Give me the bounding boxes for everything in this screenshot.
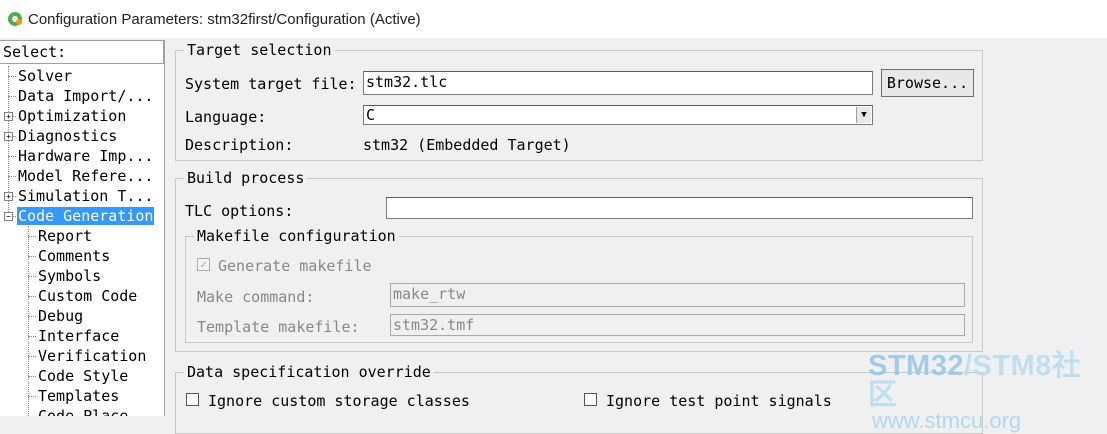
generate-makefile-checkbox[interactable]: ✓ (197, 258, 210, 271)
tree-item[interactable]: Optimization (17, 106, 127, 126)
watermark-brand: STM32 (868, 350, 964, 382)
tree-item[interactable]: Simulation T... (17, 186, 154, 206)
ignore-storage-label: Ignore custom storage classes (208, 392, 470, 410)
make-command-label: Make command: (197, 288, 315, 306)
system-target-input[interactable]: stm32.tlc (363, 71, 873, 95)
tree-item-label: Simulation T... (18, 187, 154, 205)
target-selection-title: Target selection (184, 41, 335, 59)
makefile-config-group: Makefile configuration ✓ Generate makefi… (185, 227, 973, 343)
tree-item-label: Hardware Imp... (18, 147, 154, 165)
build-process-group: Build process TLC options: Makefile conf… (175, 169, 983, 352)
tree-item-label: Symbols (38, 267, 102, 285)
generate-makefile-label: Generate makefile (218, 257, 372, 275)
app-gear-icon (8, 12, 22, 26)
tree-item-label: Debug (38, 307, 84, 325)
data-spec-group: Data specification override Ignore custo… (175, 363, 983, 434)
tree-item[interactable]: Solver (17, 66, 73, 86)
tree-item-label: Data Import/... (18, 87, 154, 105)
tree-item[interactable]: Custom Code (37, 286, 138, 306)
tree-item[interactable]: Diagnostics (17, 126, 118, 146)
expand-icon[interactable]: + (4, 132, 13, 141)
category-tree[interactable]: Select: Solver Data Import/... + Optimizati… (0, 40, 165, 416)
description-label: Description: (185, 136, 294, 154)
language-label: Language: (185, 108, 267, 126)
tree-item[interactable]: Model Refere... (17, 166, 154, 186)
expand-icon[interactable]: + (4, 192, 13, 201)
tree-item[interactable]: Code Place... (37, 406, 156, 416)
collapse-icon[interactable]: − (4, 212, 13, 221)
template-makefile-input[interactable]: stm32.tmf (390, 314, 965, 336)
title-bar: Configuration Parameters: stm32first/Con… (0, 0, 1107, 38)
tree-item[interactable]: Verification (37, 346, 147, 366)
makefile-config-title: Makefile configuration (194, 227, 399, 245)
tree-item-label: Optimization (18, 107, 127, 125)
tree-item[interactable]: Comments (37, 246, 111, 266)
tree-item[interactable]: Debug (37, 306, 84, 326)
expand-icon[interactable]: + (4, 112, 13, 121)
tree-item-label: Diagnostics (18, 127, 118, 145)
make-command-input[interactable]: make_rtw (390, 283, 965, 307)
tree-item[interactable]: Templates (37, 386, 120, 406)
tree-item[interactable]: Symbols (37, 266, 102, 286)
tree-item-label: Solver (18, 67, 73, 85)
tree-item-label: Report (38, 227, 93, 245)
dropdown-arrow-icon[interactable]: ▼ (856, 107, 871, 123)
build-process-title: Build process (184, 169, 308, 187)
target-selection-group: Target selection System target file: stm… (175, 41, 983, 161)
tree-item[interactable]: Code Style (37, 366, 129, 386)
tree-item-label: Code Place... (38, 407, 156, 416)
tree-item-label: Interface (38, 327, 120, 345)
tree-item-label: Comments (38, 247, 111, 265)
language-value: C (366, 106, 376, 124)
system-target-label: System target file: (185, 75, 357, 93)
tree-item-label: Model Refere... (18, 167, 154, 185)
watermark: STM32/STM8社区 www.stmcu.org (868, 352, 1107, 432)
tree-item[interactable]: Hardware Imp... (17, 146, 154, 166)
window-title: Configuration Parameters: stm32first/Con… (28, 10, 421, 28)
tree-header: Select: (0, 40, 164, 64)
tree-item[interactable]: Interface (37, 326, 120, 346)
tree-item-label: Templates (38, 387, 120, 405)
tree-item[interactable]: Report (37, 226, 93, 246)
tlc-options-label: TLC options: (185, 202, 294, 220)
ignore-testpoint-checkbox[interactable] (584, 393, 597, 406)
browse-button[interactable]: Browse... (881, 69, 974, 97)
tree-item-label: Custom Code (38, 287, 138, 305)
template-makefile-label: Template makefile: (197, 318, 360, 336)
ignore-testpoint-label: Ignore test point signals (606, 392, 832, 410)
description-value: stm32 (Embedded Target) (363, 136, 571, 154)
tree-item[interactable]: Data Import/... (17, 86, 154, 106)
tlc-options-input[interactable] (386, 197, 973, 219)
language-select[interactable]: C ▼ (363, 105, 873, 125)
tree-item-label: Code Style (38, 367, 129, 385)
watermark-url: www.stmcu.org (872, 408, 1022, 433)
ignore-storage-checkbox[interactable] (186, 393, 199, 406)
data-spec-title: Data specification override (184, 363, 434, 381)
tree-item[interactable]: Code Generation (17, 206, 155, 226)
tree-item-label: Verification (38, 347, 147, 365)
tree-item-label: Code Generation (17, 207, 155, 225)
